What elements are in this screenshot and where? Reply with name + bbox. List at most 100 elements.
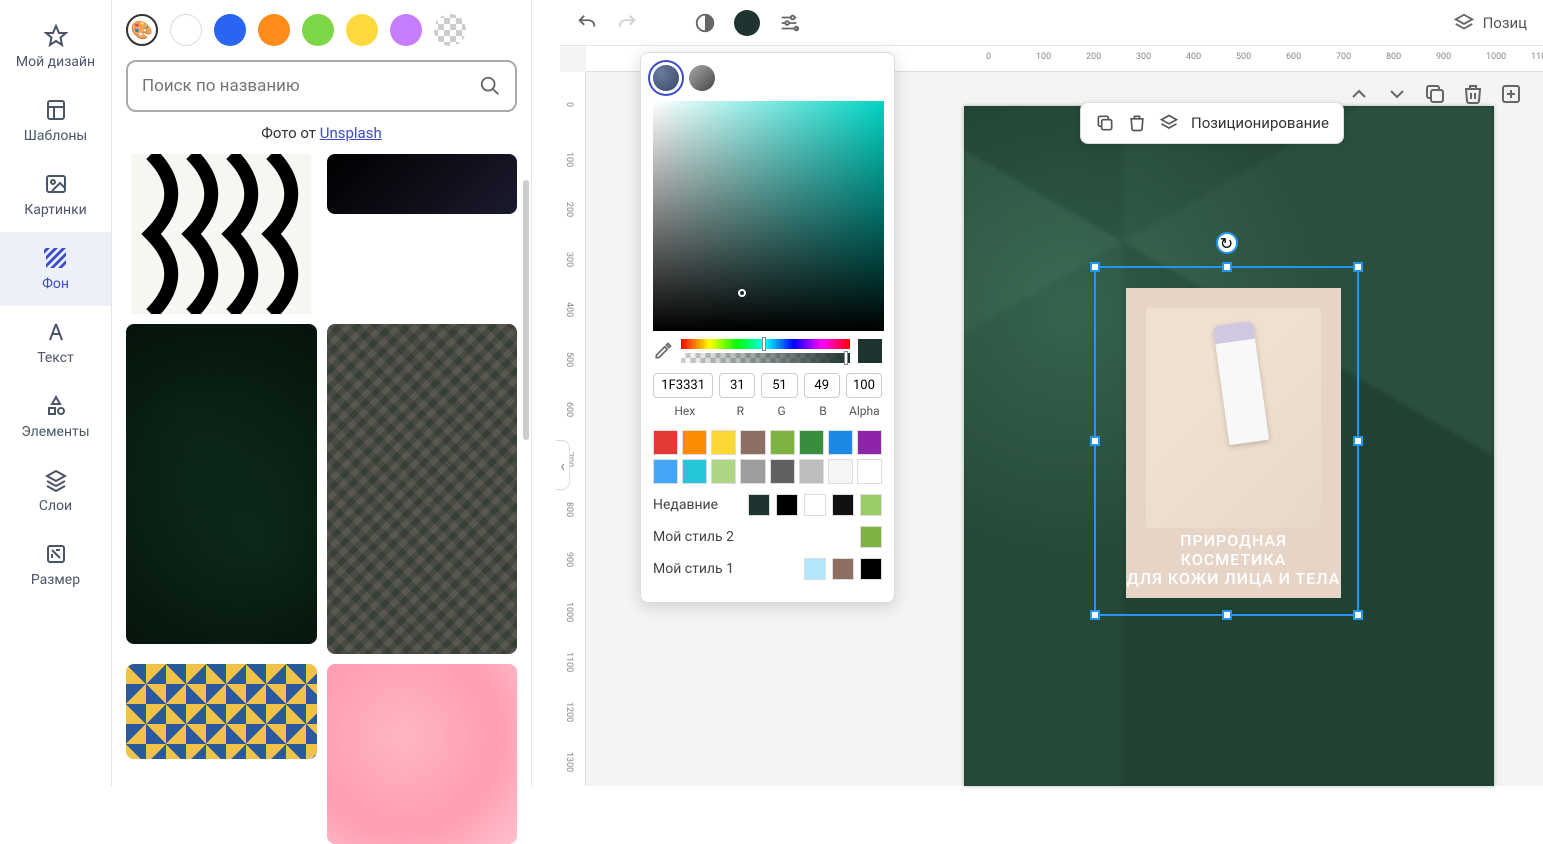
bg-thumb-2[interactable] [327,154,518,214]
swatch[interactable] [857,459,882,484]
r-input[interactable] [719,373,755,398]
swatch[interactable] [682,459,707,484]
position-button[interactable]: Позиционирование [1191,114,1329,132]
gradient-tab[interactable] [689,65,715,91]
nav-label: Картинки [24,202,86,218]
position-label[interactable]: Позиц [1483,14,1527,32]
nav-templates[interactable]: Шаблоны [0,84,111,158]
swatch[interactable] [653,430,678,455]
g-input[interactable] [761,373,797,398]
sv-cursor[interactable] [738,289,746,297]
swatch[interactable] [740,430,765,455]
adjustments-icon[interactable] [778,12,800,34]
swatch[interactable] [799,459,824,484]
swatch[interactable] [857,430,882,455]
alpha-thumb[interactable] [844,351,848,365]
delete-icon[interactable] [1461,82,1485,106]
product-image [1146,308,1321,528]
style-swatch[interactable] [860,558,882,580]
style-swatch[interactable] [804,558,826,580]
handle-se[interactable] [1353,610,1363,620]
handle-ne[interactable] [1353,262,1363,272]
add-page-icon[interactable] [1499,82,1523,106]
undo-icon[interactable] [576,12,598,34]
design-canvas[interactable]: ↻ ПРИРОДНАЯ КОСМЕТИКА ДЛЯ КОЖИ ЛИЦА И ТЕ… [964,106,1494,786]
style-swatch[interactable] [832,558,854,580]
color-green[interactable] [302,14,334,46]
color-purple[interactable] [390,14,422,46]
swatch[interactable] [711,430,736,455]
saturation-value-area[interactable] [653,101,884,331]
palette-button[interactable]: 🎨 [126,14,158,46]
color-orange[interactable] [258,14,290,46]
nav-text[interactable]: Текст [0,306,111,380]
recent-swatch[interactable] [860,494,882,516]
sidebar-scrollbar[interactable] [523,180,529,440]
recent-swatch[interactable] [832,494,854,516]
delete-icon[interactable] [1127,113,1147,133]
nav-elements[interactable]: Элементы [0,380,111,454]
swatch[interactable] [682,430,707,455]
bg-thumb-5[interactable] [126,664,317,759]
swatch[interactable] [770,459,795,484]
recent-swatch[interactable] [748,494,770,516]
search-icon [479,75,501,97]
handle-nw[interactable] [1090,262,1100,272]
swatch[interactable] [799,430,824,455]
handle-w[interactable] [1090,436,1100,446]
template-icon [44,98,68,122]
style-swatch[interactable] [860,526,882,548]
opacity-icon[interactable] [694,12,716,34]
selection-box[interactable]: ↻ ПРИРОДНАЯ КОСМЕТИКА ДЛЯ КОЖИ ЛИЦА И ТЕ… [1094,266,1359,616]
handle-e[interactable] [1353,436,1363,446]
color-yellow[interactable] [346,14,378,46]
bg-thumb-3[interactable] [126,324,317,644]
bg-thumb-6[interactable] [327,664,518,844]
move-up-icon[interactable] [1347,82,1371,106]
b-input[interactable] [804,373,840,398]
color-white[interactable] [170,14,202,46]
swatch[interactable] [740,459,765,484]
bg-thumb-4[interactable] [327,324,518,654]
eyedropper-icon[interactable] [653,341,673,361]
nav-size[interactable]: Размер [0,528,111,602]
search-input[interactable] [142,76,479,96]
recent-swatch[interactable] [804,494,826,516]
color-picker: Hex R G B Alpha Недавние Мой стиль 2 М [640,52,895,603]
bg-thumb-1[interactable] [126,154,317,314]
solid-tab[interactable] [653,65,679,91]
handle-sw[interactable] [1090,610,1100,620]
duplicate-icon[interactable] [1423,82,1447,106]
swatch[interactable] [653,459,678,484]
search-box[interactable] [126,60,517,112]
rotate-handle[interactable]: ↻ [1216,232,1238,254]
swatch[interactable] [711,459,736,484]
swatch[interactable] [828,459,853,484]
hue-thumb[interactable] [762,337,766,351]
move-down-icon[interactable] [1385,82,1409,106]
picker-labels: Hex R G B Alpha [653,404,882,418]
swatch[interactable] [828,430,853,455]
duplicate-icon[interactable] [1095,113,1115,133]
handle-n[interactable] [1222,262,1232,272]
hue-slider[interactable] [681,339,850,349]
alpha-input[interactable] [846,373,882,398]
nav-images[interactable]: Картинки [0,158,111,232]
swatch[interactable] [770,430,795,455]
layers-icon [44,468,68,492]
recent-section: Недавние [653,494,882,516]
color-blue[interactable] [214,14,246,46]
fill-color-button[interactable] [734,10,760,36]
unsplash-link[interactable]: Unsplash [320,124,382,142]
nav-layers[interactable]: Слои [0,454,111,528]
alpha-slider[interactable] [681,353,850,363]
nav-my-design[interactable]: Мой дизайн [0,10,111,84]
handle-s[interactable] [1222,610,1232,620]
nav-background[interactable]: Фон [0,232,111,306]
recent-swatch[interactable] [776,494,798,516]
color-transparent[interactable] [434,14,466,46]
panel-collapse-button[interactable]: ‹ [556,440,570,490]
hex-input[interactable] [653,373,713,398]
redo-icon[interactable] [616,12,638,34]
layers-icon[interactable] [1453,12,1475,34]
